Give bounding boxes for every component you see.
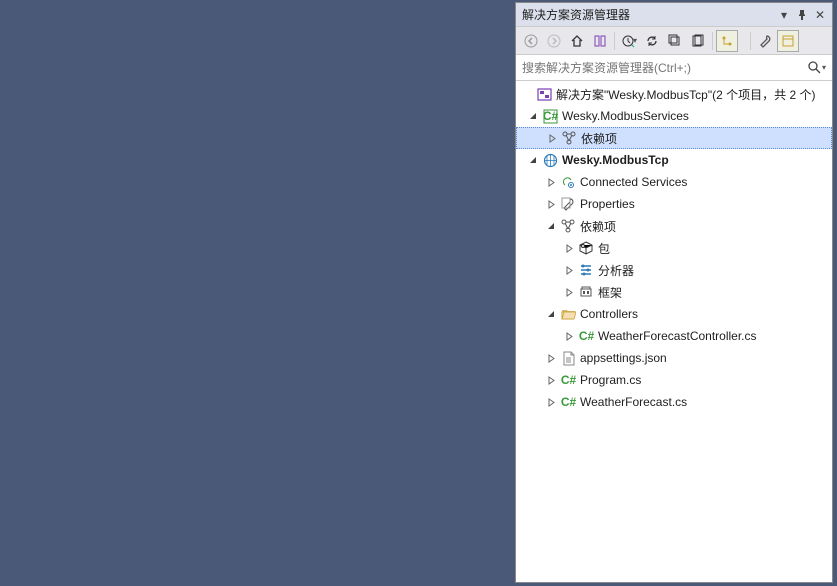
package-icon [578,240,594,256]
properties-icon [560,196,576,212]
tree-item-label: Controllers [580,307,638,321]
csharp-project-icon: C# [542,108,558,124]
preview-button[interactable] [777,30,799,52]
file-node-program[interactable]: C# Program.cs [516,369,832,391]
svg-text:C#: C# [543,109,558,123]
connected-services-icon [560,174,576,190]
svg-text:C#: C# [561,395,576,409]
web-project-icon [542,152,558,168]
sync-button[interactable] [641,30,663,52]
file-node-appsettings[interactable]: appsettings.json [516,347,832,369]
dependencies-icon [560,218,576,234]
dependencies-label: 依赖项 [581,130,617,147]
solution-node[interactable]: 解决方案"Wesky.ModbusTcp"(2 个项目，共 2 个) [516,83,832,105]
solution-label: 解决方案"Wesky.ModbusTcp"(2 个项目，共 2 个) [556,86,815,103]
analyzer-icon [578,262,594,278]
controllers-folder-node[interactable]: Controllers [516,303,832,325]
dependencies-icon [561,130,577,146]
search-input[interactable] [522,57,808,79]
view-nesting-button[interactable] [716,30,738,52]
dropdown-icon[interactable]: ▾ [776,7,792,23]
tree-item-label: WeatherForecastController.cs [598,329,757,343]
expander-open-icon[interactable] [544,307,558,321]
dependencies-node[interactable]: 依赖项 [516,215,832,237]
project-node-modbusservices[interactable]: C# Wesky.ModbusServices [516,105,832,127]
tree-item-label: 框架 [598,284,622,301]
connected-services-node[interactable]: Connected Services [516,171,832,193]
pending-changes-button[interactable]: ▾ [618,30,640,52]
expander-closed-icon[interactable] [562,263,576,277]
dependencies-node[interactable]: 依赖项 [516,127,832,149]
analyzers-node[interactable]: 分析器 [516,259,832,281]
project-node-modbustcp[interactable]: Wesky.ModbusTcp [516,149,832,171]
home-button[interactable] [566,30,588,52]
watermark: 微信号: art_of_code [671,552,807,576]
csharp-file-icon: C# [560,372,576,388]
search-icon[interactable]: ▾ [808,59,826,77]
frameworks-node[interactable]: 框架 [516,281,832,303]
expander-closed-icon[interactable] [544,395,558,409]
tree-item-label: Connected Services [580,175,687,189]
expander-closed-icon[interactable] [544,351,558,365]
tree-item-label: Program.cs [580,373,641,387]
panel-title-buttons: ▾ ✕ [776,7,828,23]
properties-button[interactable] [754,30,776,52]
close-icon[interactable]: ✕ [812,7,828,23]
collapse-all-button[interactable] [664,30,686,52]
csharp-file-icon: C# [560,394,576,410]
tree-item-label: 分析器 [598,262,634,279]
tree-item-label: 依赖项 [580,218,616,235]
csharp-file-icon: C# [578,328,594,344]
file-node-weatherforecast[interactable]: C# WeatherForecast.cs [516,391,832,413]
expander-closed-icon[interactable] [544,197,558,211]
packages-node[interactable]: 包 [516,237,832,259]
solution-icon [536,86,552,102]
expander-closed-icon[interactable] [544,373,558,387]
expander-open-icon[interactable] [526,109,540,123]
tree-item-label: appsettings.json [580,351,667,365]
expander-open-icon[interactable] [526,153,540,167]
expander-closed-icon[interactable] [544,175,558,189]
toolbar: ▾ [516,27,832,55]
back-button[interactable] [520,30,542,52]
blank-expander [520,87,534,101]
solution-tree: 解决方案"Wesky.ModbusTcp"(2 个项目，共 2 个) C# We… [516,81,832,582]
framework-icon [578,284,594,300]
svg-text:C#: C# [561,373,576,387]
expander-closed-icon[interactable] [545,131,559,145]
project-label: Wesky.ModbusTcp [562,153,669,167]
svg-text:C#: C# [579,329,594,343]
forward-button[interactable] [543,30,565,52]
panel-titlebar: 解决方案资源管理器 ▾ ✕ [516,3,832,27]
panel-title: 解决方案资源管理器 [520,6,776,23]
tree-item-label: Properties [580,197,635,211]
tree-item-label: 包 [598,240,610,257]
expander-closed-icon[interactable] [562,241,576,255]
tree-item-label: WeatherForecast.cs [580,395,687,409]
json-file-icon [560,350,576,366]
file-node-weatherforecastcontroller[interactable]: C# WeatherForecastController.cs [516,325,832,347]
project-label: Wesky.ModbusServices [562,109,689,123]
show-all-files-button[interactable] [687,30,709,52]
expander-closed-icon[interactable] [562,329,576,343]
search-bar: ▾ [516,55,832,81]
pin-icon[interactable] [794,7,810,23]
expander-open-icon[interactable] [544,219,558,233]
wechat-icon [671,552,695,576]
solution-explorer-panel: 解决方案资源管理器 ▾ ✕ ▾ ▾ 解决方案"Wesky.ModbusTcp"(… [515,2,833,583]
folder-open-icon [560,306,576,322]
watermark-text: 微信号: art_of_code [701,556,807,573]
switch-view-button[interactable] [589,30,611,52]
expander-closed-icon[interactable] [562,285,576,299]
properties-node[interactable]: Properties [516,193,832,215]
